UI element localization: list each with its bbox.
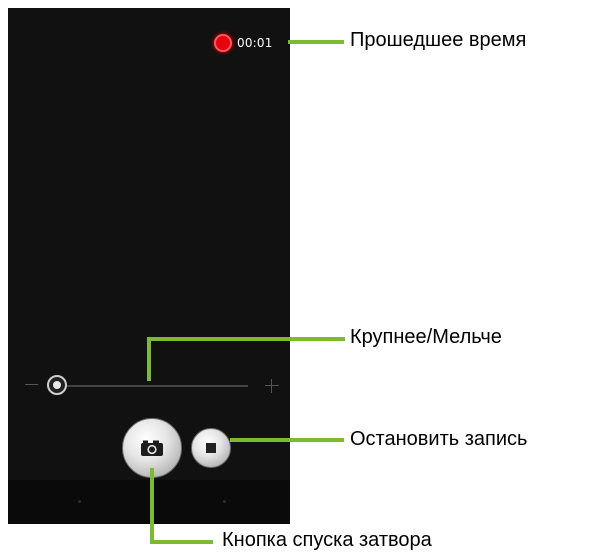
recording-indicator: 00:01 xyxy=(214,34,273,52)
zoom-slider-track[interactable] xyxy=(66,385,248,387)
callout-line-shutter-vertical xyxy=(150,468,154,544)
callout-line-zoom-vertical xyxy=(147,337,151,381)
camera-icon xyxy=(141,440,163,456)
callout-stop-recording: Остановить запись xyxy=(350,428,528,450)
callout-line-elapsed-time xyxy=(288,40,344,44)
callout-zoom: Крупнее/Мельче xyxy=(350,326,502,348)
camera-screen: 00:01 xyxy=(8,8,290,524)
zoom-in-icon[interactable] xyxy=(265,379,279,393)
elapsed-time: 00:01 xyxy=(237,36,273,50)
navigation-bar xyxy=(8,480,290,524)
callout-shutter-button: Кнопка спуска затвора xyxy=(222,529,432,551)
zoom-slider-thumb[interactable] xyxy=(47,375,67,395)
stop-icon xyxy=(206,443,216,453)
stop-recording-button[interactable] xyxy=(191,428,231,468)
callout-line-zoom-horizontal xyxy=(147,337,345,341)
callout-line-shutter-horizontal xyxy=(150,540,213,544)
nav-dot xyxy=(223,500,226,503)
zoom-out-icon[interactable] xyxy=(25,384,38,385)
callout-elapsed-time: Прошедшее время xyxy=(350,29,527,51)
nav-dot xyxy=(78,500,81,503)
record-dot-icon xyxy=(214,34,232,52)
callout-line-stop xyxy=(230,438,344,442)
